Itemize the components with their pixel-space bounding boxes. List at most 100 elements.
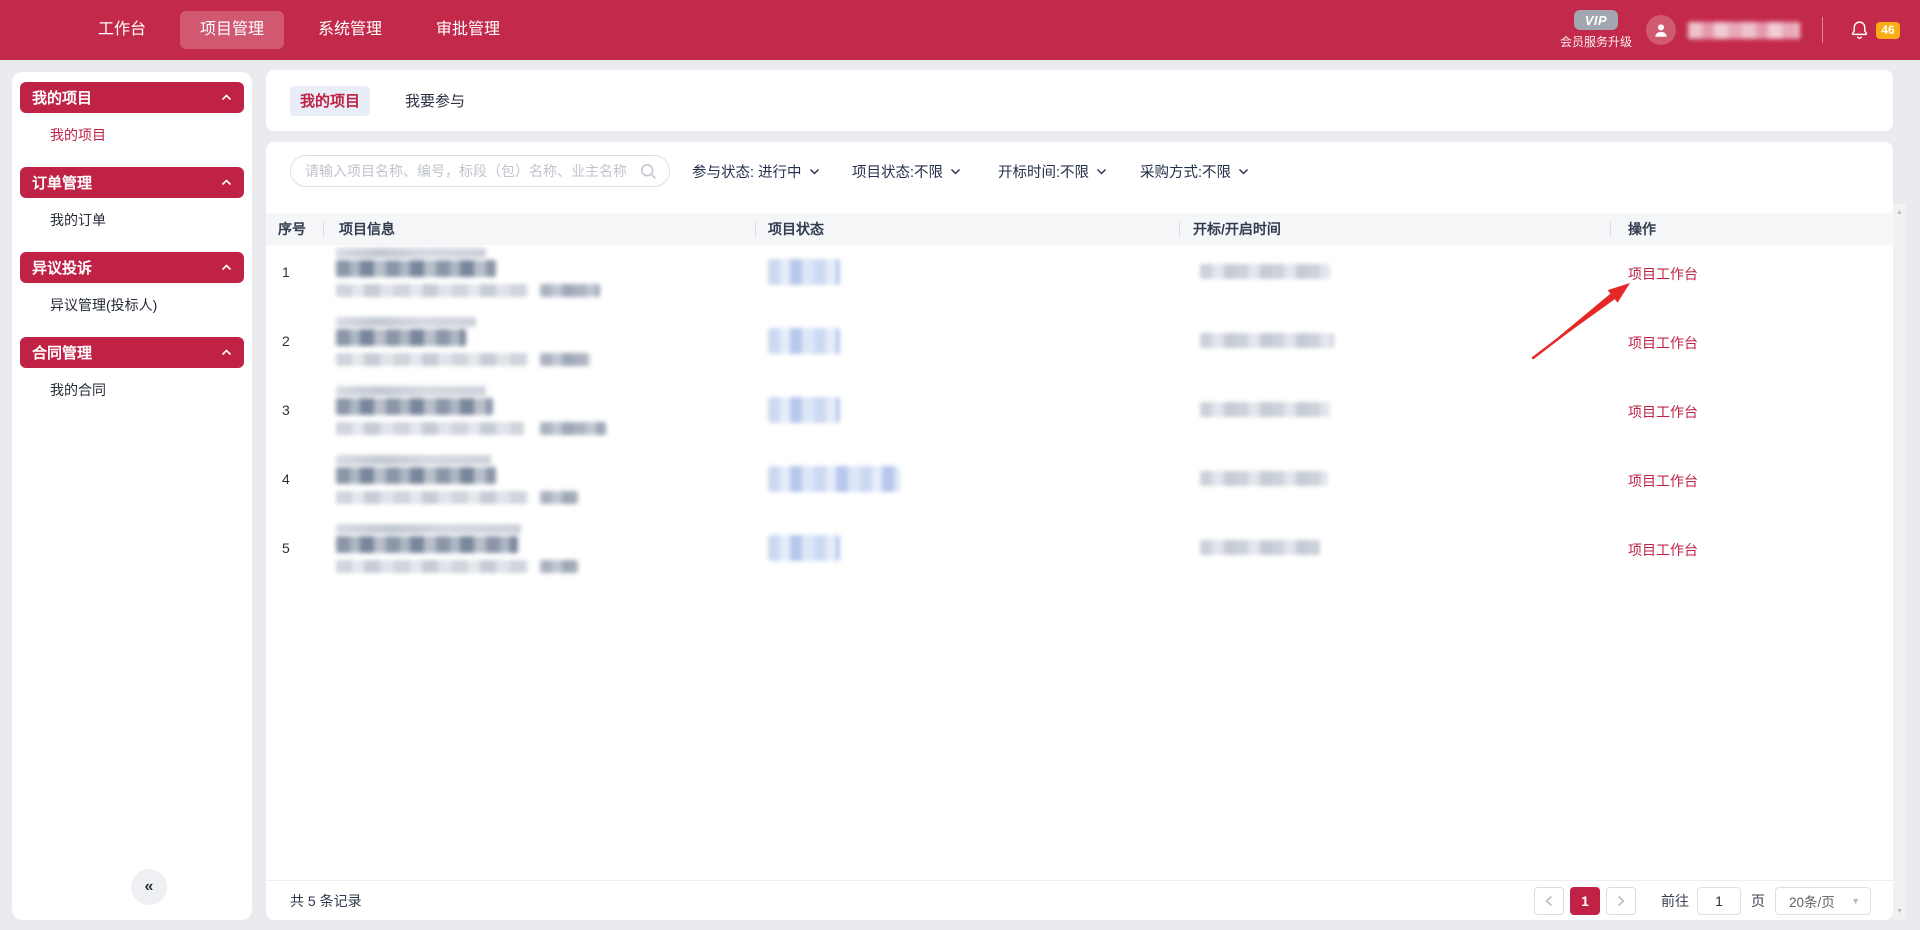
project-name-blur-line [336,467,496,484]
username-blurred[interactable] [1688,22,1800,39]
table-header: 序号 项目信息 项目状态 开标/开启时间 操作 [266,213,1893,245]
nav-tab-label: 系统管理 [318,21,382,38]
filter-label: 采购方式:不限 [1140,161,1231,182]
vip-icon: VIP [1574,10,1618,30]
table-row: 5 项目工作台 [266,521,1893,590]
scrollbar-up-arrow[interactable]: ▲ [1893,206,1906,219]
status-badge-blur [768,466,900,492]
filter-project-status[interactable]: 项目状态:不限 [852,155,961,187]
row-number: 3 [282,402,290,418]
sidebar-collapse-button[interactable]: « [131,869,167,905]
nav-tab[interactable]: 工作台 [78,11,166,49]
nav-tab[interactable]: 项目管理 [180,11,284,49]
project-info-blur-line [336,248,486,258]
project-info-blur-line [336,524,521,534]
chevron-down-icon [1238,168,1249,175]
sidebar-item[interactable]: 异议管理(投标人) [12,283,252,327]
chevron-down-icon [950,168,961,175]
open-time-blur [1200,333,1334,348]
sidebar-group: 我的项目 我的项目 [12,82,252,157]
filter-label: 项目状态:不限 [852,161,943,182]
filter-participation-status[interactable]: 参与状态: 进行中 [692,155,820,187]
chevron-up-icon [221,179,232,186]
sidebar-group: 订单管理 我的订单 [12,167,252,242]
sidebar-group-header[interactable]: 我的项目 [20,82,244,113]
project-tag-blur [540,284,600,297]
project-workbench-link[interactable]: 项目工作台 [1628,402,1698,422]
bell-icon [1849,19,1870,41]
main-nav-tabs: 工作台 项目管理 系统管理 审批管理 [0,0,520,60]
vip-upgrade-button[interactable]: VIP 会员服务升级 [1560,10,1632,50]
project-workbench-link[interactable]: 项目工作台 [1628,540,1698,560]
sidebar-item[interactable]: 我的合同 [12,368,252,412]
project-info-blur-line [336,317,476,327]
nav-tab[interactable]: 审批管理 [416,11,520,49]
project-tag-blur [540,422,606,435]
project-tag-blur [540,491,578,504]
open-time-blur [1200,402,1330,417]
scrollbar-down-arrow[interactable]: ▼ [1893,905,1906,918]
sidebar-groups: 我的项目 我的项目 订单管理 我的订单 异议投诉 [12,82,252,412]
row-number: 2 [282,333,290,349]
row-number: 5 [282,540,290,556]
sidebar-group: 合同管理 我的合同 [12,337,252,412]
sidebar: 我的项目 我的项目 订单管理 我的订单 异议投诉 [12,72,252,920]
chevron-right-icon [1617,895,1625,907]
content-tab[interactable]: 我要参与 [395,86,475,116]
nav-tab-label: 项目管理 [200,21,264,38]
sidebar-group-header[interactable]: 订单管理 [20,167,244,198]
project-name-blur-line [336,536,518,553]
content-tabs-panel: 我的项目 我要参与 [266,70,1893,131]
nav-tab-label: 工作台 [98,21,146,38]
goto-page-label: 前往 [1661,891,1689,911]
sidebar-item[interactable]: 我的项目 [12,113,252,157]
top-navbar: 工作台 项目管理 系统管理 审批管理 VIP 会员服务升级 46 [0,0,1920,60]
project-workbench-link[interactable]: 项目工作台 [1628,264,1698,284]
navbar-right-cluster: VIP 会员服务升级 46 [1560,0,1900,60]
filter-bid-open-time[interactable]: 开标时间:不限 [998,155,1107,187]
sidebar-group-title: 订单管理 [32,172,92,193]
vertical-scrollbar[interactable]: ▲ ▼ [1893,204,1906,920]
sidebar-group-header[interactable]: 异议投诉 [20,252,244,283]
pagination: 1 前往 页 20条/页 ▼ [1534,887,1871,915]
column-divider [1179,222,1180,236]
column-divider [1610,222,1611,236]
project-detail-blur-line [336,284,528,297]
project-workbench-link[interactable]: 项目工作台 [1628,333,1698,353]
page-size-select[interactable]: 20条/页 ▼ [1775,887,1871,915]
sidebar-group-title: 我的项目 [32,87,92,108]
table-row: 3 项目工作台 [266,383,1893,452]
sidebar-item-label: 我的项目 [50,125,106,145]
search-icon[interactable] [640,163,657,180]
nav-tab-label: 审批管理 [436,21,500,38]
sidebar-item-label: 异议管理(投标人) [50,295,157,315]
project-detail-blur-line [336,353,528,366]
notification-count-badge: 46 [1876,22,1900,39]
filter-procurement-method[interactable]: 采购方式:不限 [1140,155,1249,187]
nav-tab[interactable]: 系统管理 [298,11,402,49]
search-input[interactable] [305,163,640,179]
notifications-button[interactable]: 46 [1849,19,1900,41]
project-search-box [290,155,670,187]
next-page-button[interactable] [1606,887,1636,915]
project-detail-blur-line [336,491,528,504]
project-workbench-link[interactable]: 项目工作台 [1628,471,1698,491]
chevron-up-icon [221,94,232,101]
page-unit-label: 页 [1751,891,1765,911]
sidebar-group-header[interactable]: 合同管理 [20,337,244,368]
current-page-button[interactable]: 1 [1570,887,1600,915]
user-avatar[interactable] [1646,15,1676,45]
goto-page-input[interactable] [1697,887,1741,915]
chevron-down-icon [809,168,820,175]
content-tab[interactable]: 我的项目 [290,86,370,116]
column-header-project-status: 项目状态 [768,213,824,245]
column-divider [323,222,324,236]
chevron-left-icon [1545,895,1553,907]
caret-down-icon: ▼ [1851,896,1860,906]
status-badge-blur [768,259,840,285]
prev-page-button[interactable] [1534,887,1564,915]
project-info-blur-line [336,455,491,465]
open-time-blur [1200,540,1320,555]
sidebar-item[interactable]: 我的订单 [12,198,252,242]
project-tag-blur [540,560,578,573]
